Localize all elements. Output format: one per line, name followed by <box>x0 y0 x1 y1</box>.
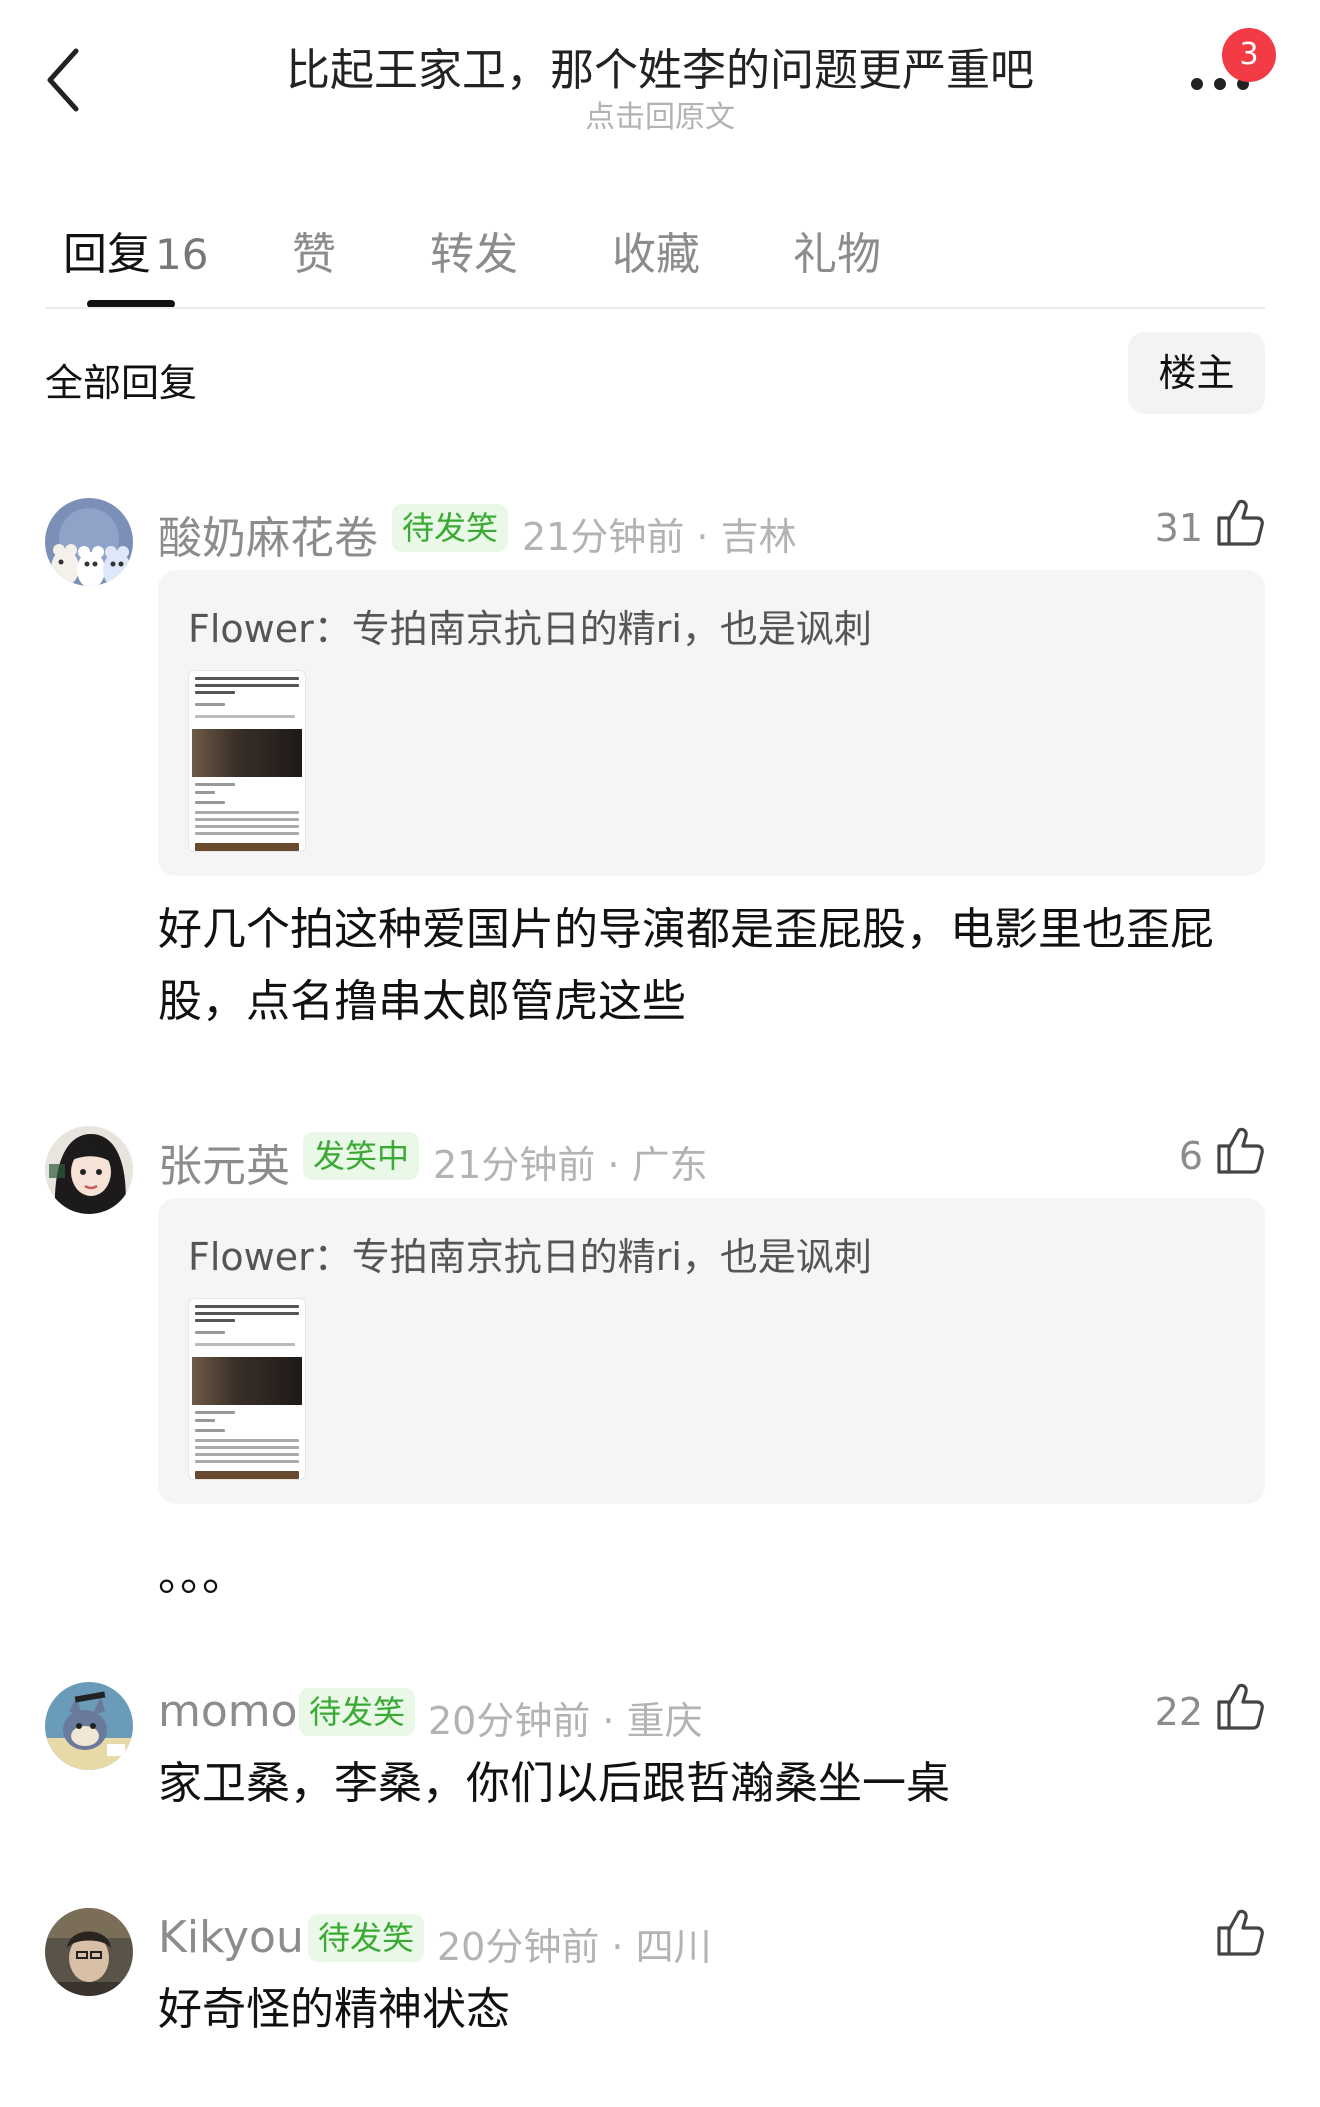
comment-text: 家卫桑，李桑，你们以后跟哲瀚桑坐一桌 <box>158 1758 950 1809</box>
quoted-image-thumbnail[interactable] <box>188 1298 306 1480</box>
like-count: 6 <box>1178 1134 1203 1178</box>
tab-favorites[interactable]: 收藏 <box>612 218 700 282</box>
status-badge: 待发笑 <box>299 1688 416 1736</box>
status-badge: 待发笑 <box>308 1914 425 1962</box>
status-badge: 待发笑 <box>392 504 509 552</box>
quoted-reply[interactable]: Flower：专拍南京抗日的精ri，也是讽刺 <box>158 570 1265 876</box>
like-count: 22 <box>1154 1690 1203 1734</box>
avatar[interactable] <box>45 1682 133 1770</box>
tab-likes[interactable]: 赞 <box>292 218 336 282</box>
divider <box>45 307 1265 309</box>
status-badge: 发笑中 <box>303 1132 420 1180</box>
comment-text: 。。。 <box>158 1550 246 1601</box>
comment-meta: 20分钟前 · 四川 <box>437 1925 712 1969</box>
thumbs-up-icon[interactable] <box>1215 1680 1267 1732</box>
quoted-reply[interactable]: Flower：专拍南京抗日的精ri，也是讽刺 <box>158 1198 1265 1504</box>
top-bar: 比起王家卫，那个姓李的问题更严重吧 点击回原文 3 <box>0 0 1320 150</box>
username[interactable]: Kikyou <box>158 1912 304 1963</box>
avatar[interactable] <box>45 1126 133 1214</box>
comment-meta: 20分钟前 · 重庆 <box>428 1699 703 1743</box>
op-only-button[interactable]: 楼主 <box>1128 332 1265 414</box>
quoted-image-thumbnail[interactable] <box>188 670 306 852</box>
comment-meta: 21分钟前 · 广东 <box>433 1143 708 1187</box>
page-title[interactable]: 比起王家卫，那个姓李的问题更严重吧 <box>200 34 1120 98</box>
all-replies-filter[interactable]: 全部回复 <box>45 352 197 407</box>
notification-badge: 3 <box>1222 28 1276 82</box>
chevron-left-icon[interactable] <box>40 45 90 115</box>
username[interactable]: 酸奶麻花卷 <box>158 502 378 566</box>
tab-label: 回复 <box>63 229 151 280</box>
tab-replies[interactable]: 回复16 <box>63 218 208 282</box>
thumbs-up-icon[interactable] <box>1215 496 1267 548</box>
tab-count: 16 <box>155 230 209 279</box>
comment-text: 好几个拍这种爱国片的导演都是歪屁股，电影里也歪屁股，点名撸串太郎管虎这些 <box>158 904 1214 1027</box>
avatar[interactable] <box>45 498 133 586</box>
tab-gifts[interactable]: 礼物 <box>793 218 881 282</box>
quoted-text: Flower：专拍南京抗日的精ri，也是讽刺 <box>188 1235 872 1279</box>
tab-reposts[interactable]: 转发 <box>430 218 518 282</box>
quoted-text: Flower：专拍南京抗日的精ri，也是讽刺 <box>188 607 872 651</box>
comment-meta: 21分钟前 · 吉林 <box>522 515 797 559</box>
avatar[interactable] <box>45 1908 133 1996</box>
comment-text: 好奇怪的精神状态 <box>158 1984 510 2035</box>
username[interactable]: momo <box>158 1686 298 1737</box>
username[interactable]: 张元英 <box>158 1130 290 1194</box>
back-to-original-link[interactable]: 点击回原文 <box>200 92 1120 136</box>
like-count: 31 <box>1154 506 1203 550</box>
tab-bar: 回复16 赞 转发 收藏 礼物 <box>45 200 1275 310</box>
thumbs-up-icon[interactable] <box>1215 1906 1267 1958</box>
thumbs-up-icon[interactable] <box>1215 1124 1267 1176</box>
